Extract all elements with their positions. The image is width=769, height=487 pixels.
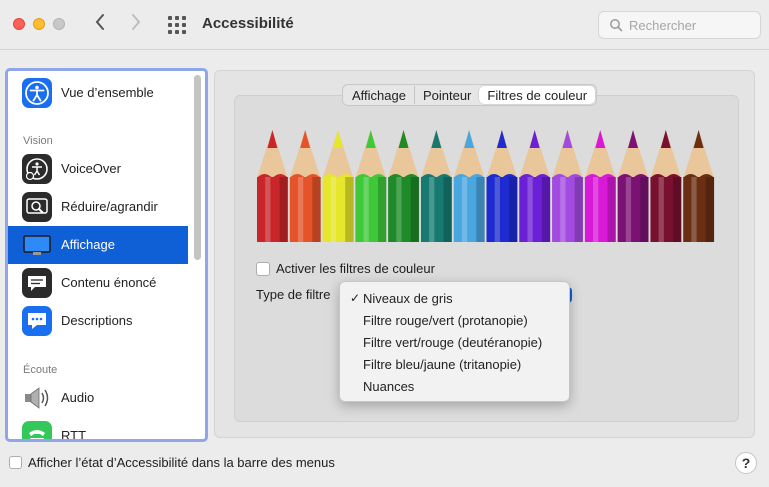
- sidebar-item-label: Vue d’ensemble: [61, 85, 154, 100]
- sidebar-item-label: Affichage: [61, 237, 115, 252]
- pencil: [289, 130, 321, 242]
- menu-item-tritanopia[interactable]: Filtre bleu/jaune (tritanopie): [340, 353, 569, 375]
- pencil: [519, 130, 551, 242]
- chevron-left-icon: [95, 14, 104, 30]
- color-pencils-illustration: [257, 130, 715, 242]
- sidebar-item-voiceover[interactable]: VoiceOver: [8, 150, 188, 188]
- pencil: [257, 130, 289, 242]
- chevron-right-icon: [132, 14, 141, 30]
- show-in-menu-bar-checkbox[interactable]: [9, 456, 22, 469]
- sidebar-item-overview[interactable]: Vue d’ensemble: [8, 74, 188, 112]
- menu-item-label: Filtre vert/rouge (deutéranopie): [363, 335, 543, 350]
- window-toolbar: Accessibilité: [0, 0, 769, 50]
- minimize-window-button[interactable]: [33, 18, 45, 30]
- search-input[interactable]: [629, 15, 754, 35]
- pencil: [453, 130, 485, 242]
- tab-bar: Affichage Pointeur Filtres de couleur: [342, 84, 598, 106]
- rtt-icon: [22, 421, 52, 439]
- help-button[interactable]: ?: [735, 452, 757, 474]
- sidebar-item-label: RTT: [61, 428, 87, 442]
- pencil: [552, 130, 584, 242]
- sidebar-item-audio[interactable]: Audio: [8, 379, 188, 417]
- sidebar-item-zoom[interactable]: Réduire/agrandir: [8, 188, 188, 226]
- show-all-grid-icon[interactable]: [168, 16, 186, 34]
- pencil: [322, 130, 354, 242]
- show-in-menu-bar-label: Afficher l’état d’Accessibilité dans la …: [28, 455, 335, 470]
- section-header-hearing: Écoute: [23, 364, 58, 376]
- sidebar-item-label: Réduire/agrandir: [61, 199, 158, 214]
- search-icon: [610, 19, 623, 32]
- tab-display[interactable]: Affichage: [344, 86, 415, 104]
- sidebar-scrollbar[interactable]: [194, 75, 201, 260]
- filter-type-dropdown-menu: ✓ Niveaux de gris Filtre rouge/vert (pro…: [339, 281, 570, 402]
- checkmark-icon: ✓: [350, 291, 361, 305]
- sidebar-item-rtt[interactable]: RTT: [8, 417, 188, 442]
- filter-type-label: Type de filtre: [256, 287, 331, 302]
- back-button[interactable]: [88, 12, 112, 38]
- menu-item-grayscale[interactable]: ✓ Niveaux de gris: [340, 287, 569, 309]
- spoken-content-icon: [22, 268, 52, 298]
- menu-item-label: Filtre rouge/vert (protanopie): [363, 313, 528, 328]
- search-field[interactable]: [598, 11, 761, 39]
- pencil: [683, 130, 715, 242]
- enable-color-filters-label: Activer les filtres de couleur: [276, 261, 435, 276]
- sidebar: Vue d’ensemble Vision VoiceOver Réduire/…: [5, 68, 208, 442]
- menu-item-label: Nuances: [363, 379, 415, 394]
- pencil: [617, 130, 649, 242]
- zoom-icon: [22, 192, 52, 222]
- sidebar-item-descriptions[interactable]: Descriptions: [8, 302, 188, 340]
- menu-item-label: Niveaux de gris: [363, 291, 453, 306]
- sidebar-item-display[interactable]: Affichage: [8, 226, 188, 264]
- menu-item-deuteranopia[interactable]: Filtre vert/rouge (deutéranopie): [340, 331, 569, 353]
- sidebar-item-label: Contenu énoncé: [61, 275, 157, 290]
- sidebar-item-spoken-content[interactable]: Contenu énoncé: [8, 264, 188, 302]
- forward-button[interactable]: [124, 12, 148, 38]
- enable-color-filters-checkbox[interactable]: [256, 262, 270, 276]
- menu-item-protanopia[interactable]: Filtre rouge/vert (protanopie): [340, 309, 569, 331]
- menu-item-color-tint[interactable]: Nuances: [340, 375, 569, 397]
- pencil: [420, 130, 453, 242]
- speaker-icon: [22, 383, 52, 413]
- descriptions-icon: [22, 306, 52, 336]
- pencil: [584, 130, 616, 242]
- accessibility-icon: [22, 78, 52, 108]
- pencil: [650, 130, 682, 242]
- tab-pointer[interactable]: Pointeur: [415, 86, 479, 104]
- tab-color-filters[interactable]: Filtres de couleur: [479, 86, 596, 104]
- window-title: Accessibilité: [202, 15, 294, 32]
- pencil: [388, 130, 420, 242]
- pencil: [486, 130, 518, 242]
- section-header-vision: Vision: [23, 135, 53, 147]
- sidebar-item-label: VoiceOver: [61, 161, 121, 176]
- zoom-window-button[interactable]: [53, 18, 65, 30]
- menu-item-label: Filtre bleu/jaune (tritanopie): [363, 357, 522, 372]
- voiceover-icon: [22, 154, 52, 184]
- pencil: [355, 130, 387, 242]
- sidebar-item-label: Audio: [61, 390, 95, 405]
- display-icon: [22, 230, 52, 260]
- sidebar-item-label: Descriptions: [61, 313, 133, 328]
- close-window-button[interactable]: [13, 18, 25, 30]
